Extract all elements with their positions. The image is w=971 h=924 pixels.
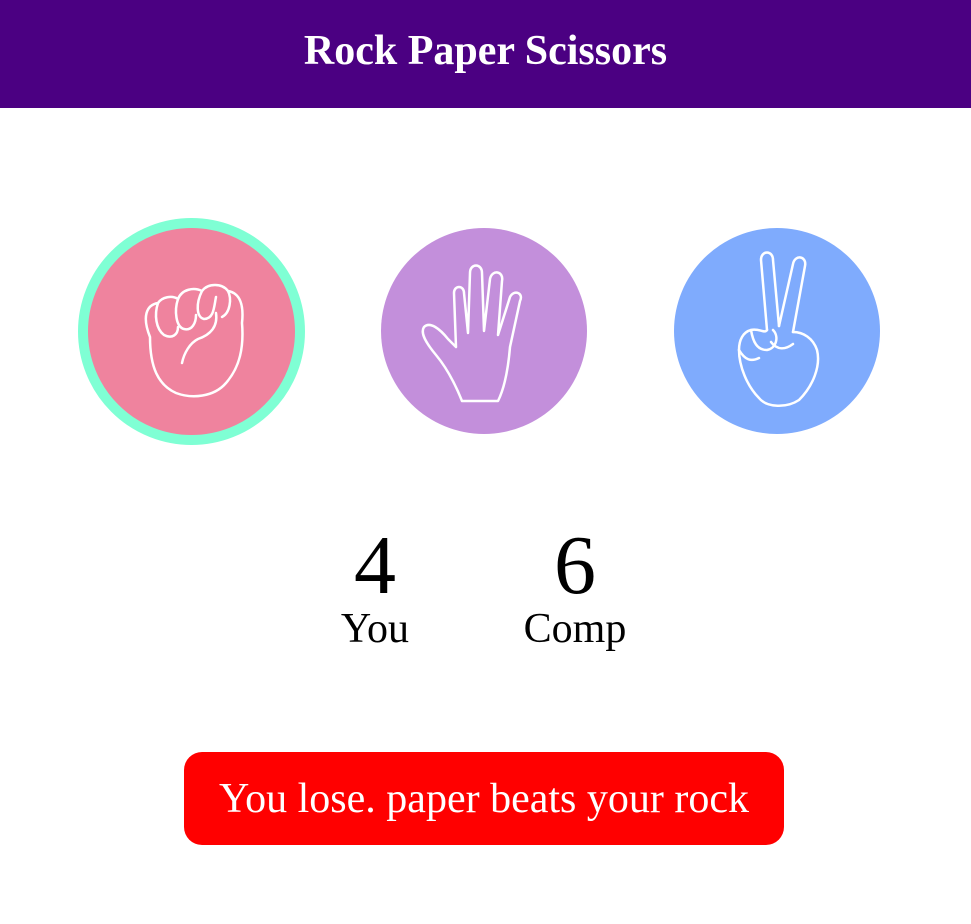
comp-score-label: Comp <box>523 606 627 652</box>
result-message: You lose. paper beats your rock <box>184 752 784 845</box>
scissors-choice-button[interactable] <box>674 228 880 434</box>
peace-hand-icon <box>737 251 820 407</box>
user-score-label: You <box>340 606 410 652</box>
user-score-value: 4 <box>354 519 396 612</box>
page-title: Rock Paper Scissors <box>303 28 668 74</box>
open-hand-icon <box>421 264 523 403</box>
rock-choice-button[interactable] <box>78 218 305 445</box>
comp-score-value: 6 <box>554 519 596 612</box>
paper-choice-button[interactable] <box>381 228 587 434</box>
fist-icon <box>144 283 244 397</box>
app-header: Rock Paper Scissors <box>0 0 971 108</box>
comp-score: 6 Comp <box>505 519 645 652</box>
user-score: 4 You <box>320 519 430 652</box>
